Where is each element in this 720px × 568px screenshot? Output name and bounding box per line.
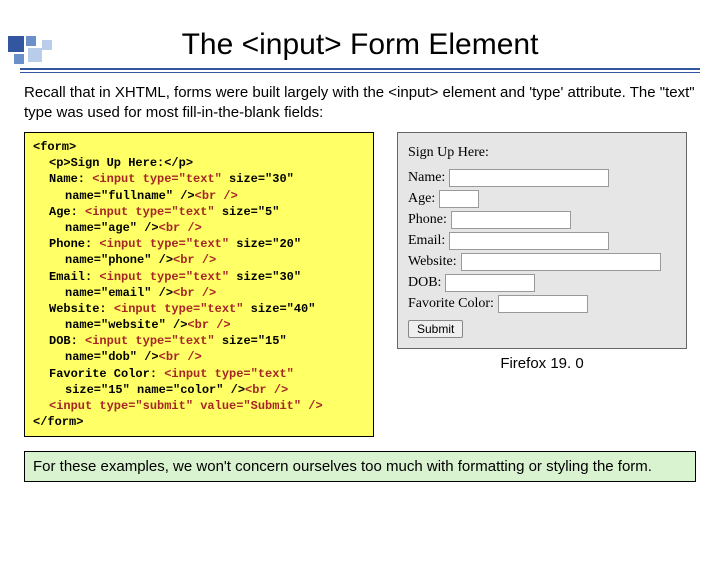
intro-text: Recall that in XHTML, forms were built l… bbox=[24, 83, 696, 122]
age-field[interactable] bbox=[439, 190, 479, 208]
preview-caption: Firefox 19. 0 bbox=[500, 355, 583, 372]
phone-field[interactable] bbox=[451, 211, 571, 229]
label-age: Age: bbox=[408, 191, 435, 207]
divider bbox=[20, 68, 700, 70]
label-email: Email: bbox=[408, 233, 445, 249]
email-field[interactable] bbox=[449, 232, 609, 250]
divider bbox=[20, 72, 700, 73]
name-field[interactable] bbox=[449, 169, 609, 187]
label-color: Favorite Color: bbox=[408, 296, 494, 312]
rendered-preview: Sign Up Here: Name: Age: Phone: Email: W… bbox=[397, 132, 687, 349]
dob-field[interactable] bbox=[445, 274, 535, 292]
submit-button[interactable] bbox=[408, 320, 463, 338]
label-website: Website: bbox=[408, 254, 457, 270]
footer-note: For these examples, we won't concern our… bbox=[24, 451, 696, 482]
website-field[interactable] bbox=[461, 253, 661, 271]
code-example: <form> <p>Sign Up Here:</p> Name: <input… bbox=[24, 132, 374, 437]
label-phone: Phone: bbox=[408, 212, 447, 228]
label-dob: DOB: bbox=[408, 275, 441, 291]
color-field[interactable] bbox=[498, 295, 588, 313]
corner-decoration bbox=[8, 36, 68, 76]
preview-heading: Sign Up Here: bbox=[408, 145, 676, 161]
slide-title: The <input> Form Element bbox=[0, 28, 720, 62]
label-name: Name: bbox=[408, 170, 445, 186]
